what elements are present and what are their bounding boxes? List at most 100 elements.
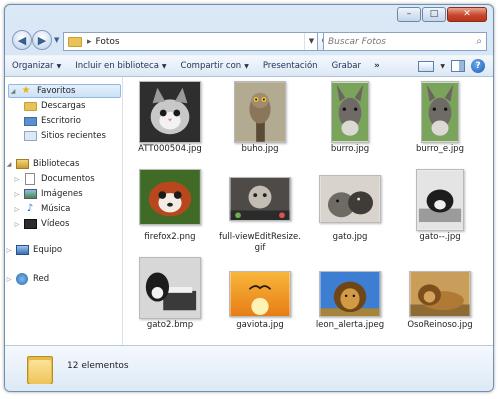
chevron-down-icon: ▼ [161, 63, 167, 70]
command-bar: Organizar ▼ Incluir en biblioteca ▼ Compar… [5, 55, 493, 77]
nav-libraries-label: Bibliotecas [33, 159, 80, 169]
file-name: firefox2.png [144, 232, 196, 242]
collapsed-arrow-icon[interactable]: ▷ [5, 247, 13, 254]
file-item[interactable]: gato--.jpg [397, 169, 483, 259]
nav-favorites[interactable]: ◢ ★ Favoritos [8, 84, 121, 98]
file-name: gaviota.jpg [236, 320, 284, 330]
arrow-left-icon: ◀ [17, 33, 27, 47]
nav-network[interactable]: ▷ Red [5, 272, 123, 286]
file-item[interactable]: gaviota.jpg [217, 257, 303, 347]
recent-pages-dropdown[interactable]: ▼ [54, 36, 59, 44]
file-name: gato--.jpg [419, 232, 461, 242]
pictures-icon [23, 189, 37, 199]
nav-item-downloads[interactable]: Descargas [5, 99, 123, 113]
kitten-photo-icon [139, 81, 201, 143]
minimize-button[interactable]: – [397, 7, 421, 22]
collapsed-arrow-icon[interactable]: ▷ [5, 276, 13, 283]
nav-item-label: Sitios recientes [41, 131, 106, 141]
nav-item-pictures[interactable]: ▷ Imágenes [5, 187, 123, 201]
back-button[interactable]: ◀ [12, 30, 32, 50]
desktop-icon [23, 116, 37, 126]
slideshow-button[interactable]: Presentación [256, 61, 325, 71]
videos-icon [23, 219, 37, 229]
file-item[interactable]: ATT000504.jpg [127, 81, 213, 171]
nav-favorites-label: Favoritos [37, 86, 76, 96]
change-view-icon[interactable] [418, 60, 435, 72]
donkey-photo-icon [331, 81, 369, 143]
nav-item-label: Escritorio [41, 116, 81, 126]
file-name: OsoReinoso.jpg [407, 320, 473, 330]
file-name: gato2.bmp [146, 320, 194, 330]
network-icon [16, 273, 28, 285]
address-bar[interactable]: ▸ Fotos ▼ [63, 32, 319, 51]
cat-printer-photo-icon [139, 257, 201, 319]
file-name: leon_alerta.jpeg [315, 320, 385, 330]
collapsed-arrow-icon[interactable]: ▷ [13, 221, 21, 228]
nav-item-label: Música [41, 204, 71, 214]
file-list: ATT000504.jpg buho.jpg burro.jpg burro_e… [123, 77, 493, 345]
breadcrumb-fotos[interactable]: Fotos [96, 37, 120, 47]
search-placeholder: Buscar Fotos [328, 36, 386, 47]
chevron-down-icon: ▼ [244, 63, 249, 70]
collapsed-arrow-icon[interactable]: ▷ [13, 176, 21, 183]
nav-item-desktop[interactable]: Escritorio [5, 114, 123, 128]
include-in-library-menu[interactable]: Incluir en biblioteca ▼ [68, 61, 173, 71]
computer-icon [15, 245, 29, 255]
nav-item-music[interactable]: ▷ ♪ Música [5, 202, 123, 216]
file-item[interactable]: firefox2.png [127, 169, 213, 259]
toolbar-icons: ▼ ? [418, 59, 493, 73]
documents-icon [25, 173, 35, 185]
nav-libraries[interactable]: ◢ Bibliotecas [5, 157, 123, 171]
lion-lying-photo-icon [409, 271, 471, 317]
nav-item-recent-places[interactable]: Sitios recientes [5, 129, 123, 143]
file-item[interactable]: burro_e.jpg [397, 81, 483, 171]
nav-item-label: Documentos [41, 174, 95, 184]
nav-item-label: Descargas [41, 101, 86, 111]
breadcrumb-separator[interactable]: ▸ [87, 37, 92, 47]
nav-item-label: Imágenes [41, 189, 83, 199]
file-name: full-viewEditResize.gif [219, 232, 301, 253]
file-item[interactable]: burro.jpg [307, 81, 393, 171]
collapsed-arrow-icon[interactable]: ▷ [13, 206, 21, 213]
item-count: 12 elementos [67, 361, 129, 371]
expanded-arrow-icon[interactable]: ◢ [5, 161, 13, 168]
maximize-button[interactable]: □ [422, 7, 446, 22]
content-area: ◢ ★ Favoritos Descargas Escritorio Sitio… [5, 77, 493, 345]
share-with-menu[interactable]: Compartir con ▼ [174, 61, 256, 71]
lion-photo-icon [319, 271, 381, 317]
nav-item-videos[interactable]: ▷ Vídeos [5, 217, 123, 231]
search-icon[interactable]: ⌕ [476, 36, 482, 47]
more-commands-button[interactable]: » [368, 61, 386, 71]
preview-pane-icon[interactable] [451, 60, 465, 72]
file-item[interactable]: full-viewEditResize.gif [217, 169, 303, 259]
close-button[interactable]: ✕ [447, 7, 487, 22]
file-name: burro_e.jpg [416, 144, 464, 154]
folder-icon [68, 36, 82, 47]
help-icon[interactable]: ? [471, 59, 485, 73]
nav-network-label: Red [33, 274, 50, 284]
organize-menu[interactable]: Organizar ▼ [5, 61, 68, 71]
file-item[interactable]: leon_alerta.jpeg [307, 257, 393, 347]
nav-item-label: Vídeos [41, 219, 70, 229]
file-name: ATT000504.jpg [138, 144, 202, 154]
window-controls: – □ ✕ [397, 7, 487, 22]
recent-places-icon [23, 131, 37, 141]
expanded-arrow-icon[interactable]: ◢ [9, 88, 17, 95]
address-dropdown-button[interactable]: ▼ [304, 33, 318, 50]
cat-gif-icon [229, 177, 291, 221]
collapsed-arrow-icon[interactable]: ▷ [13, 191, 21, 198]
downloads-folder-icon [23, 101, 37, 111]
file-item[interactable]: buho.jpg [217, 81, 303, 171]
file-item[interactable]: gato2.bmp [127, 257, 213, 347]
view-options-dropdown[interactable]: ▼ [440, 63, 445, 70]
nav-item-documents[interactable]: ▷ Documentos [5, 172, 123, 186]
file-item[interactable]: OsoReinoso.jpg [397, 257, 483, 347]
file-name: gato.jpg [332, 232, 368, 242]
forward-button[interactable]: ▶ [32, 30, 52, 50]
file-item[interactable]: gato.jpg [307, 169, 393, 259]
red-panda-photo-icon [139, 169, 201, 225]
burn-button[interactable]: Grabar [325, 61, 368, 71]
search-input[interactable]: Buscar Fotos ⌕ [323, 32, 487, 51]
nav-computer[interactable]: ▷ Equipo [5, 243, 123, 257]
details-pane: 12 elementos [5, 345, 493, 391]
